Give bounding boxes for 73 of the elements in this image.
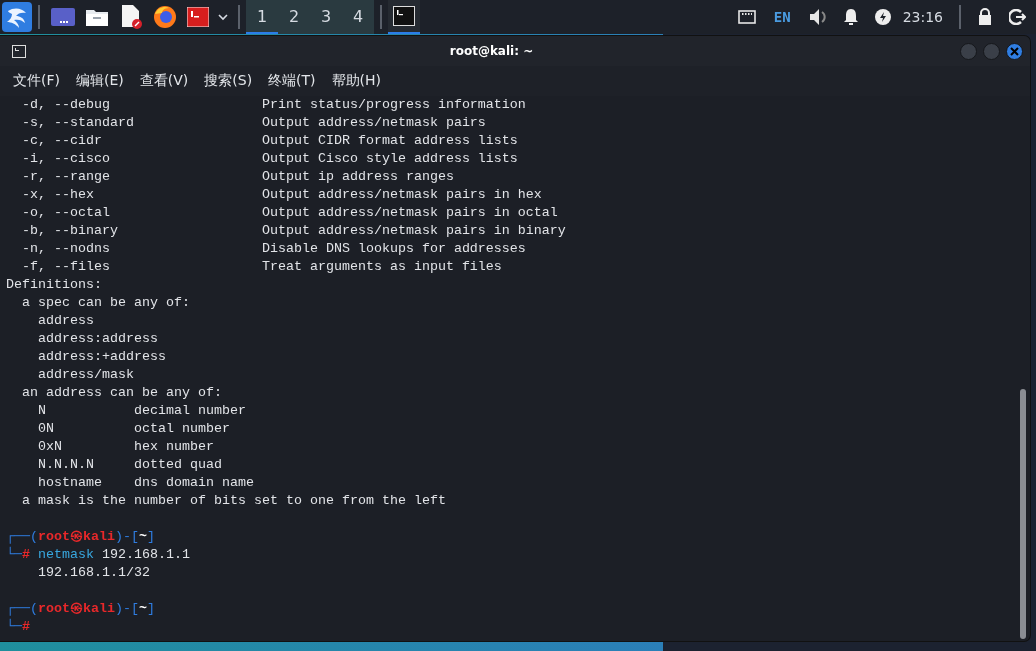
- option-name: -d, --debug: [22, 97, 110, 112]
- lock-icon[interactable]: [977, 8, 993, 26]
- help-text: a mask is the number of bits set to one from the left: [22, 493, 446, 508]
- spec-format: address: [38, 313, 94, 328]
- clock[interactable]: 23:16: [902, 9, 943, 25]
- command-line: └─#: [6, 619, 30, 634]
- browser-icon[interactable]: [153, 5, 177, 29]
- spec-format: address:+address: [38, 349, 166, 364]
- option-name: -n, --nodns: [22, 241, 110, 256]
- format-description: octal number: [133, 421, 230, 436]
- address-format: N.N.N.N: [38, 457, 94, 472]
- window-title: root@kali: ~: [448, 44, 535, 58]
- format-description: decimal number: [133, 403, 246, 418]
- caret-icon[interactable]: [218, 13, 228, 21]
- volume-icon[interactable]: [808, 8, 827, 26]
- workspace-tab[interactable]: 4: [342, 0, 374, 34]
- logout-icon[interactable]: [1009, 9, 1026, 25]
- option-description: Output ip address ranges: [261, 169, 454, 184]
- option-name: -b, --binary: [22, 223, 118, 238]
- terminal-icon: [12, 44, 26, 58]
- option-description: Output address/netmask pairs in octal: [261, 205, 558, 220]
- option-description: Output CIDR format address lists: [261, 133, 518, 148]
- spec-format: address/mask: [38, 367, 134, 382]
- option-description: Output address/netmask pairs: [261, 115, 486, 130]
- option-name: -c, --cidr: [22, 133, 102, 148]
- prompt-line: ┌──(root㉿kali)-[~]: [6, 601, 155, 616]
- close-icon: [1010, 46, 1019, 56]
- option-description: Output address/netmask pairs in binary: [261, 223, 566, 238]
- workspace-tab[interactable]: 3: [310, 0, 342, 34]
- menu-item[interactable]: 编辑(E): [69, 70, 131, 92]
- option-name: -x, --hex: [22, 187, 94, 202]
- help-text: a spec can be any of:: [22, 295, 190, 310]
- option-description: Treat arguments as input files: [261, 259, 502, 274]
- option-description: Disable DNS lookups for addresses: [261, 241, 526, 256]
- workspace-tab[interactable]: 2: [278, 0, 310, 34]
- prompt-line: ┌──(root㉿kali)-[~]: [6, 529, 155, 544]
- address-format: N: [38, 403, 46, 418]
- option-name: -s, --standard: [22, 115, 134, 130]
- option-name: -f, --files: [22, 259, 110, 274]
- network-icon[interactable]: [737, 10, 756, 24]
- scrollbar-thumb[interactable]: [1020, 389, 1026, 639]
- menu-item[interactable]: 查看(V): [132, 70, 196, 92]
- option-name: -i, --cisco: [22, 151, 110, 166]
- command-line: └─# netmask 192.168.1.1: [6, 547, 190, 562]
- bell-icon[interactable]: [842, 8, 859, 26]
- option-description: Output Cisco style address lists: [261, 151, 518, 166]
- kali-logo-icon[interactable]: [2, 2, 32, 32]
- document-icon[interactable]: [119, 4, 143, 30]
- option-name: -o, --octal: [22, 205, 110, 220]
- desktop-icon[interactable]: [51, 6, 75, 28]
- menu-item[interactable]: 文件(F): [6, 70, 67, 92]
- close-button[interactable]: [1006, 42, 1023, 60]
- menu-item[interactable]: 帮助(H): [324, 70, 389, 92]
- address-format: 0xN: [38, 439, 62, 454]
- terminal-icon: [393, 6, 415, 26]
- spec-format: address:address: [38, 331, 158, 346]
- format-description: dotted quad: [133, 457, 222, 472]
- menu-item[interactable]: 终端(T): [261, 70, 323, 92]
- terminal-icon[interactable]: [187, 7, 209, 27]
- option-description: Output address/netmask pairs in hex: [261, 187, 542, 202]
- address-format: hostname: [38, 475, 102, 490]
- menu-item[interactable]: 搜索(S): [197, 70, 260, 92]
- keyboard-layout[interactable]: EN: [773, 9, 791, 25]
- option-name: -r, --range: [22, 169, 110, 184]
- format-description: hex number: [133, 439, 214, 454]
- format-description: dns domain name: [133, 475, 254, 490]
- command-output: 192.168.1.1/32: [38, 565, 150, 580]
- help-text: an address can be any of:: [22, 385, 222, 400]
- address-format: 0N: [38, 421, 54, 436]
- window-task-button[interactable]: [388, 0, 420, 34]
- help-heading: Definitions:: [6, 277, 102, 292]
- power-icon[interactable]: [874, 9, 891, 25]
- option-description: Print status/progress information: [261, 97, 526, 112]
